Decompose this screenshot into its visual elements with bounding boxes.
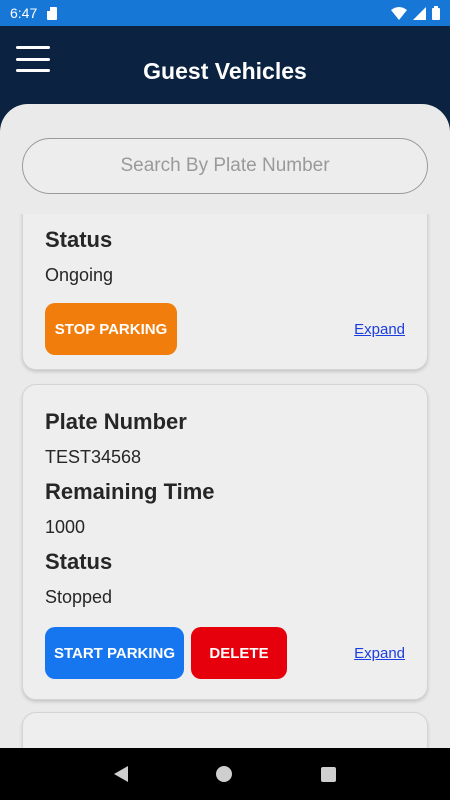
status-label: Status	[45, 549, 113, 574]
vehicle-card: Status Ongoing STOP PARKING Expand	[22, 214, 428, 370]
content-panel: Status Ongoing STOP PARKING Expand Plate…	[0, 104, 450, 748]
expand-link[interactable]: Expand	[354, 321, 405, 338]
status-value: Ongoing	[45, 265, 114, 285]
vehicle-list[interactable]: Status Ongoing STOP PARKING Expand Plate…	[0, 214, 450, 748]
status-right	[391, 6, 440, 20]
status-left: 6:47	[10, 5, 58, 21]
home-icon[interactable]	[216, 766, 233, 782]
delete-button[interactable]: DELETE	[191, 627, 287, 679]
app-screen: 6:47 Guest Vehicles Search By Plate Numb…	[0, 0, 450, 800]
remaining-time-label: Remaining Time	[45, 479, 215, 504]
page-title: Guest Vehicles	[143, 58, 307, 84]
status-value: Stopped	[45, 587, 113, 607]
vehicle-card: Plate Number TEST34568 Remaining Time 10…	[22, 384, 428, 700]
signal-icon	[413, 6, 426, 20]
sd-card-icon	[47, 6, 58, 20]
back-icon[interactable]	[114, 766, 129, 782]
system-nav-bar	[0, 748, 450, 800]
start-parking-button[interactable]: START PARKING	[45, 627, 184, 679]
plate-number-value: TEST34568	[45, 447, 142, 467]
plate-number-label: Plate Number	[45, 409, 187, 434]
battery-icon	[432, 6, 440, 20]
menu-line	[16, 46, 50, 49]
remaining-time-value: 1000	[45, 517, 86, 537]
search-input[interactable]	[23, 155, 427, 177]
recents-icon[interactable]	[320, 766, 336, 782]
expand-link[interactable]: Expand	[354, 645, 405, 662]
status-bar: 6:47	[0, 0, 450, 26]
search-box[interactable]	[22, 138, 428, 194]
app-header: Guest Vehicles	[0, 26, 450, 116]
stop-parking-button[interactable]: STOP PARKING	[45, 303, 177, 355]
status-time: 6:47	[10, 5, 38, 21]
wifi-icon	[391, 6, 407, 20]
status-label: Status	[45, 227, 113, 252]
vehicle-card	[22, 712, 428, 748]
